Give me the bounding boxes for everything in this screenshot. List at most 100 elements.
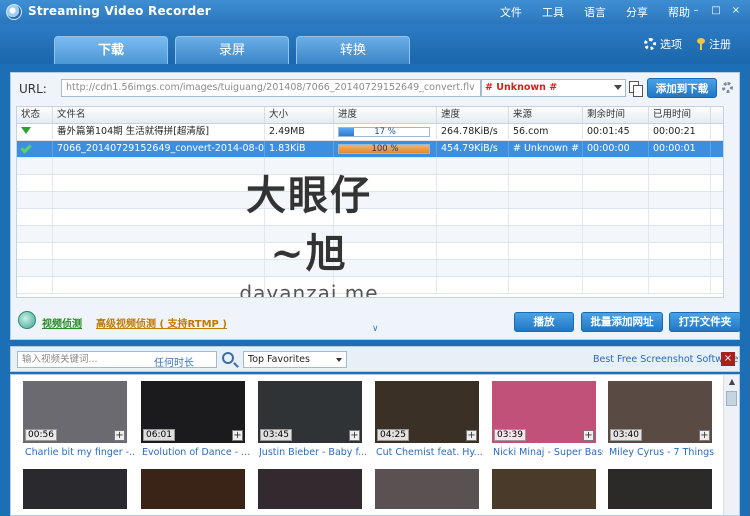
video-thumbnail-partial[interactable] xyxy=(141,469,245,509)
scrollbar-thumb[interactable] xyxy=(726,391,737,406)
video-thumbnail-partial[interactable] xyxy=(258,469,362,509)
table-row[interactable]: 7066_20140729152649_convert-2014-08-03- … xyxy=(17,141,723,158)
video-thumbnail[interactable]: 03:45 + xyxy=(258,381,362,443)
expand-chevron-icon[interactable]: ∨ xyxy=(372,324,379,334)
video-card[interactable]: 04:25 + xyxy=(375,381,479,443)
menu-tools[interactable]: 工具 xyxy=(542,4,564,20)
video-card[interactable]: 03:39 + xyxy=(492,381,596,443)
duration-badge: 03:39 xyxy=(494,429,526,441)
video-card[interactable]: 06:01 + xyxy=(141,381,245,443)
empty-row xyxy=(17,209,723,226)
video-detect-link[interactable]: 视频侦测 xyxy=(42,315,82,330)
search-icon[interactable] xyxy=(222,352,234,364)
elapsed-cell: 00:00:01 xyxy=(649,141,711,157)
empty-row xyxy=(17,260,723,277)
video-card[interactable]: 00:56 + xyxy=(23,381,127,443)
menu-file[interactable]: 文件 xyxy=(500,4,522,20)
scroll-up-icon[interactable]: ▲ xyxy=(724,375,739,389)
column-header-elapsed[interactable]: 已用时间 xyxy=(649,107,711,123)
add-icon[interactable]: + xyxy=(232,430,243,441)
column-header-speed[interactable]: 速度 xyxy=(437,107,509,123)
maximize-button[interactable]: □ xyxy=(708,4,724,18)
empty-row xyxy=(17,192,723,209)
menu-language[interactable]: 语言 xyxy=(584,4,606,20)
add-icon[interactable]: + xyxy=(349,430,360,441)
duration-filter[interactable]: 任何时长 xyxy=(154,354,194,369)
video-thumbnail[interactable]: 00:56 + xyxy=(23,381,127,443)
column-header-size[interactable]: 大小 xyxy=(265,107,334,123)
advanced-detect-link[interactable]: 高级视频侦测 ( 支持RTMP ) xyxy=(96,315,227,330)
video-thumbnail[interactable]: 03:39 + xyxy=(492,381,596,443)
column-header-source[interactable]: 来源 xyxy=(509,107,583,123)
paste-icon[interactable] xyxy=(629,81,643,97)
chevron-down-icon xyxy=(336,358,342,362)
progress-text: 17 % xyxy=(374,127,396,137)
download-table: 状态 文件名 大小 进度 速度 来源 剩余时间 已用时间 番外篇第104期 生活… xyxy=(16,106,724,298)
remaining-cell: 00:01:45 xyxy=(583,124,649,140)
tab-convert[interactable]: 转换 xyxy=(296,36,410,64)
tab-record-screen[interactable]: 录屏 xyxy=(175,36,289,64)
empty-row xyxy=(17,175,723,192)
column-header-remaining[interactable]: 剩余时间 xyxy=(583,107,649,123)
close-ad-button[interactable]: × xyxy=(721,352,735,366)
check-icon xyxy=(20,142,32,154)
download-arrow-icon xyxy=(21,127,31,134)
video-thumbnail[interactable]: 04:25 + xyxy=(375,381,479,443)
video-title[interactable]: Cut Chemist feat. Hy... xyxy=(376,447,486,458)
open-folder-button[interactable]: 打开文件夹 xyxy=(669,312,741,332)
status-cell xyxy=(17,141,53,157)
source-select[interactable]: # Unknown # xyxy=(481,79,626,97)
status-cell xyxy=(17,124,53,140)
column-header-progress[interactable]: 进度 xyxy=(334,107,437,123)
settings-icon[interactable] xyxy=(722,82,733,93)
video-thumbnail[interactable]: 06:01 + xyxy=(141,381,245,443)
add-icon[interactable]: + xyxy=(699,430,710,441)
video-title[interactable]: Justin Bieber - Baby f... xyxy=(259,447,369,458)
url-label: URL: xyxy=(19,82,47,96)
video-thumbnail-partial[interactable] xyxy=(608,469,712,509)
batch-add-url-button[interactable]: 批量添加网址 xyxy=(581,312,663,332)
empty-row xyxy=(17,277,723,294)
add-icon[interactable]: + xyxy=(583,430,594,441)
add-icon[interactable]: + xyxy=(114,430,125,441)
table-row[interactable]: 番外篇第104期 生活就得拼[超清版] 2.49MB 17 % 264.78Ki… xyxy=(17,124,723,141)
duration-badge: 03:45 xyxy=(260,429,292,441)
video-search-bar: 输入视频关键词... 任何时长 Top Favorites Best Free … xyxy=(10,346,740,372)
video-thumbnail[interactable]: 03:40 + xyxy=(608,381,712,443)
video-thumbnail-partial[interactable] xyxy=(375,469,479,509)
tab-download[interactable]: 下载 xyxy=(54,36,168,64)
gallery-scrollbar[interactable]: ▲ xyxy=(723,375,739,515)
video-thumbnail-partial[interactable] xyxy=(492,469,596,509)
register-button[interactable]: 注册 xyxy=(697,36,731,52)
progress-bar: 100 % xyxy=(338,144,430,154)
close-button[interactable]: × xyxy=(728,4,744,18)
minimize-button[interactable]: – xyxy=(688,4,704,18)
video-card[interactable]: 03:40 + xyxy=(608,381,712,443)
menu-share[interactable]: 分享 xyxy=(626,4,648,20)
column-header-filename[interactable]: 文件名 xyxy=(53,107,265,123)
empty-row xyxy=(17,158,723,175)
category-select[interactable]: Top Favorites xyxy=(243,351,347,368)
menu-help[interactable]: 帮助 xyxy=(668,4,690,20)
key-icon xyxy=(697,38,705,50)
video-title[interactable]: Charlie bit my finger -... xyxy=(25,447,135,458)
url-input[interactable]: http://cdn1.56imgs.com/images/tuiguang/2… xyxy=(61,79,481,97)
elapsed-cell: 00:00:21 xyxy=(649,124,711,140)
column-header-status[interactable]: 状态 xyxy=(17,107,53,123)
video-card[interactable]: 03:45 + xyxy=(258,381,362,443)
size-cell: 2.49MB xyxy=(265,124,334,140)
play-button[interactable]: 播放 xyxy=(514,312,574,332)
options-button[interactable]: 选项 xyxy=(644,36,682,52)
add-icon[interactable]: + xyxy=(466,430,477,441)
add-to-download-button[interactable]: 添加到下载 xyxy=(647,78,717,98)
video-title[interactable]: Nicki Minaj - Super Bass xyxy=(493,447,603,458)
options-label: 选项 xyxy=(660,38,682,51)
duration-badge: 04:25 xyxy=(377,429,409,441)
video-title[interactable]: Evolution of Dance - ... xyxy=(142,447,252,458)
duration-badge: 06:01 xyxy=(143,429,175,441)
ad-link[interactable]: Best Free Screenshot Software xyxy=(593,354,738,365)
video-title[interactable]: Miley Cyrus - 7 Things xyxy=(609,447,719,458)
progress-text: 100 % xyxy=(371,144,399,154)
video-thumbnail-partial[interactable] xyxy=(23,469,127,509)
table-header: 状态 文件名 大小 进度 速度 来源 剩余时间 已用时间 xyxy=(17,107,723,124)
